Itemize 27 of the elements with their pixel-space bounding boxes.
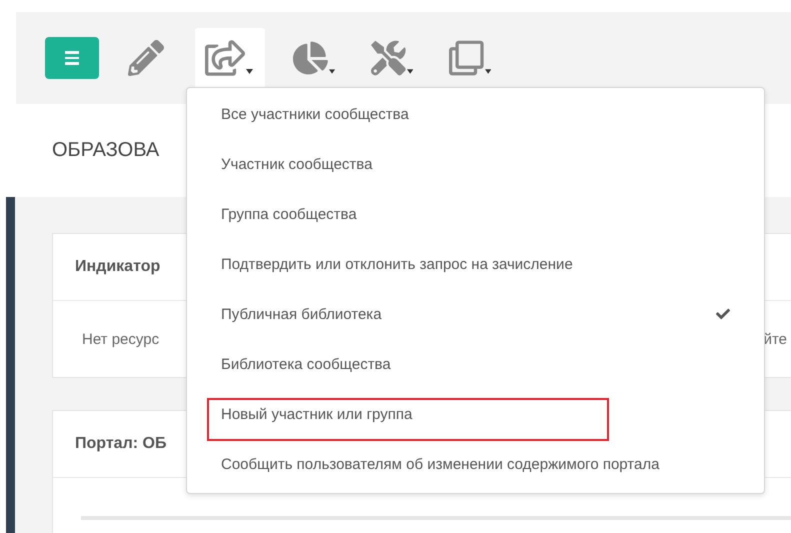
menu-item-label: Группа сообщества: [221, 206, 357, 222]
menu-button[interactable]: [45, 37, 99, 79]
menu-item-label: Участник сообщества: [221, 156, 372, 172]
menu-item[interactable]: Публичная библиотека: [187, 289, 764, 339]
card-text: йте: [764, 330, 787, 348]
card-title: Индикатор: [75, 258, 160, 276]
tools-icon: [371, 39, 406, 77]
menu-item[interactable]: Группа сообщества: [187, 189, 764, 239]
menu-item-label: Сообщить пользователям об изменении содержимого портала: [221, 456, 660, 472]
menu-item[interactable]: Все участники сообщества: [187, 89, 764, 139]
menu-item-label: Все участники сообщества: [221, 106, 409, 122]
pencil-icon: [128, 40, 164, 76]
page-title: ОБРАЗОВА: [52, 139, 160, 162]
card-text: Нет ресурс: [82, 330, 160, 348]
menu-item[interactable]: Сообщить пользователям об изменении содержимого портала: [187, 439, 764, 489]
copy-icon: [449, 39, 484, 77]
share-button[interactable]: [195, 28, 265, 88]
share-icon: [205, 38, 245, 78]
menu-item[interactable]: Участник сообщества: [187, 139, 764, 189]
menu-item[interactable]: Новый участник или группа: [187, 389, 764, 439]
menu-item-label: Публичная библиотека: [221, 306, 382, 322]
menu-item-label: Подтвердить или отклонить запрос на зачисление: [221, 256, 573, 272]
menu-item[interactable]: Библиотека сообщества: [187, 339, 764, 389]
menu-item[interactable]: Подтвердить или отклонить запрос на зачисление: [187, 239, 764, 289]
card-title: Портал: ОБ: [75, 435, 166, 453]
menu-item-label: Библиотека сообщества: [221, 356, 391, 372]
menu-item-label: Новый участник или группа: [221, 406, 412, 422]
